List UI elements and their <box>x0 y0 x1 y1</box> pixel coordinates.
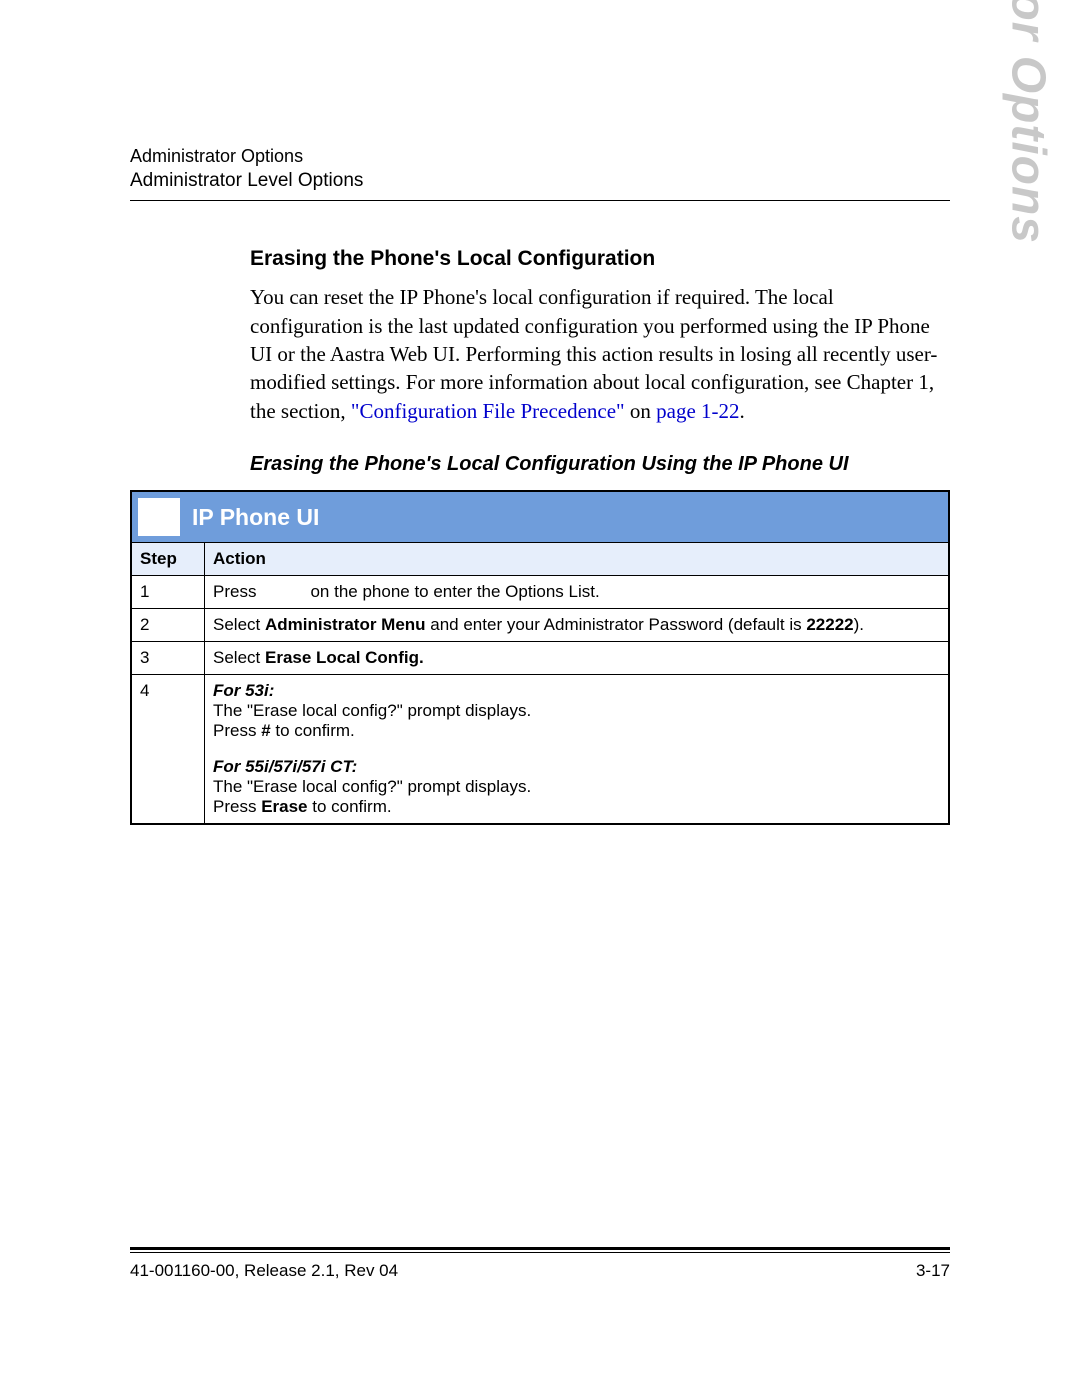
table-row: 2 Select Administrator Menu and enter yo… <box>132 609 948 642</box>
header-line-2: Administrator Level Options <box>130 170 950 192</box>
section-body: You can reset the IP Phone's local confi… <box>250 283 950 425</box>
model-heading: For 55i/57i/57i CT: <box>213 757 940 777</box>
text: on the phone to enter the Options List. <box>310 582 599 601</box>
procedure-table: Step Action 1 Press on the phone to enter… <box>132 542 948 823</box>
text: and enter your Administrator Password (d… <box>426 615 807 634</box>
text-bold: # <box>261 721 270 740</box>
step-action: Select Administrator Menu and enter your… <box>205 609 949 642</box>
header-line-1: Administrator Options <box>130 144 950 168</box>
text-bold: Erase <box>261 797 307 816</box>
model-heading: For 53i: <box>213 681 940 701</box>
text: Select <box>213 648 265 667</box>
footer-page-number: 3-17 <box>916 1261 950 1281</box>
page: Administrator Options Administrator Opti… <box>0 0 1080 1397</box>
procedure-title: IP Phone UI <box>192 492 319 542</box>
text: to confirm. <box>308 797 392 816</box>
table-row: 3 Select Erase Local Config. <box>132 642 948 675</box>
content-area: Administrator Options Administrator Leve… <box>130 144 950 1257</box>
text: Press <box>213 797 261 816</box>
step-number: 1 <box>132 576 205 609</box>
spacer <box>213 741 940 757</box>
step-number: 2 <box>132 609 205 642</box>
text: to confirm. <box>271 721 355 740</box>
procedure-box: IP Phone UI Step Action 1 Press on the ph… <box>130 490 950 825</box>
text-bold: 22222 <box>806 615 853 634</box>
phone-ui-icon <box>138 498 180 536</box>
text-line: Press Erase to confirm. <box>213 797 940 817</box>
text-bold: Administrator Menu <box>265 615 426 634</box>
col-action: Action <box>205 543 949 576</box>
step-action: For 53i: The "Erase local config?" promp… <box>205 675 949 824</box>
body-text-post: . <box>740 399 745 423</box>
text: The "Erase local config?" prompt display… <box>213 701 940 721</box>
text: ). <box>854 615 864 634</box>
table-row: 4 For 53i: The "Erase local config?" pro… <box>132 675 948 824</box>
section-heading: Erasing the Phone's Local Configuration <box>250 247 950 271</box>
subsection-heading: Erasing the Phone's Local Configuration … <box>250 453 950 476</box>
table-row: 1 Press on the phone to enter the Options… <box>132 576 948 609</box>
procedure-title-row: IP Phone UI <box>132 492 948 542</box>
text-bold: Erase Local Config. <box>265 648 424 667</box>
footer-rule-thin <box>130 1252 950 1253</box>
xref-page-1-22[interactable]: page 1-22 <box>656 399 739 423</box>
step-action: Select Erase Local Config. <box>205 642 949 675</box>
text-line: Press # to confirm. <box>213 721 940 741</box>
footer-rule-thick <box>130 1247 950 1250</box>
footer-doc-id: 41-001160-00, Release 2.1, Rev 04 <box>130 1261 398 1281</box>
step-action: Press on the phone to enter the Options L… <box>205 576 949 609</box>
text: Select <box>213 615 265 634</box>
col-step: Step <box>132 543 205 576</box>
text: Press <box>213 582 256 601</box>
xref-config-file-precedence[interactable]: "Configuration File Precedence" <box>351 399 625 423</box>
body-text-on: on <box>625 399 657 423</box>
header-rule <box>130 200 950 201</box>
text: The "Erase local config?" prompt display… <box>213 777 940 797</box>
step-number: 4 <box>132 675 205 824</box>
side-section-title: Administrator Options <box>1000 0 1055 244</box>
step-number: 3 <box>132 642 205 675</box>
text: Press <box>213 721 261 740</box>
page-footer: 41-001160-00, Release 2.1, Rev 04 3-17 <box>130 1247 950 1281</box>
table-header-row: Step Action <box>132 543 948 576</box>
